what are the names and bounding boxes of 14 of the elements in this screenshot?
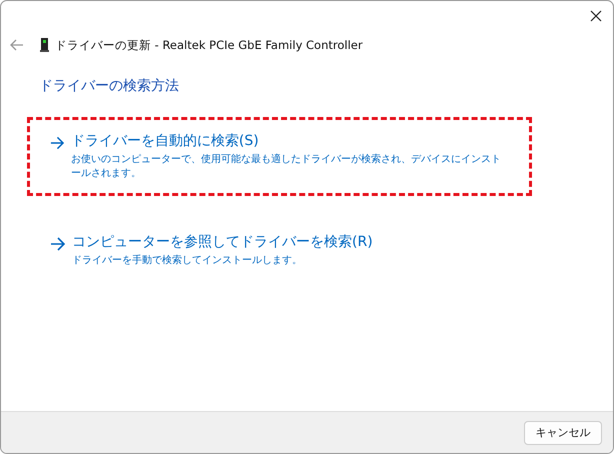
window-title: ドライバーの更新 - Realtek PCIe GbE Family Controller <box>55 38 363 52</box>
close-icon[interactable] <box>590 10 602 22</box>
option-link[interactable]: ドライバーを自動的に検索(S) お使いのコンピューターで、使用可能な最も適したドライバーが検索され、デバイスにインストールされます。 <box>50 132 509 181</box>
network-adapter-icon <box>40 38 49 52</box>
option-link[interactable]: コンピューターを参照してドライバーを検索(R) ドライバーを手動で検索してインストールします。 <box>50 233 509 268</box>
option-title: ドライバーを自動的に検索(S) <box>70 132 260 150</box>
option-description: お使いのコンピューターで、使用可能な最も適したドライバーが検索され、デバイスにインストールされます。 <box>70 153 502 181</box>
option-title: コンピューターを参照してドライバーを検索(R) <box>72 233 373 251</box>
arrow-icon <box>50 136 65 150</box>
option-description: ドライバーを手動で検索してインストールします。 <box>72 254 303 268</box>
page-heading: ドライバーの検索方法 <box>39 77 180 95</box>
back-arrow-icon[interactable] <box>10 39 24 51</box>
arrow-icon <box>50 237 66 251</box>
cancel-button[interactable]: キャンセル <box>524 420 602 444</box>
